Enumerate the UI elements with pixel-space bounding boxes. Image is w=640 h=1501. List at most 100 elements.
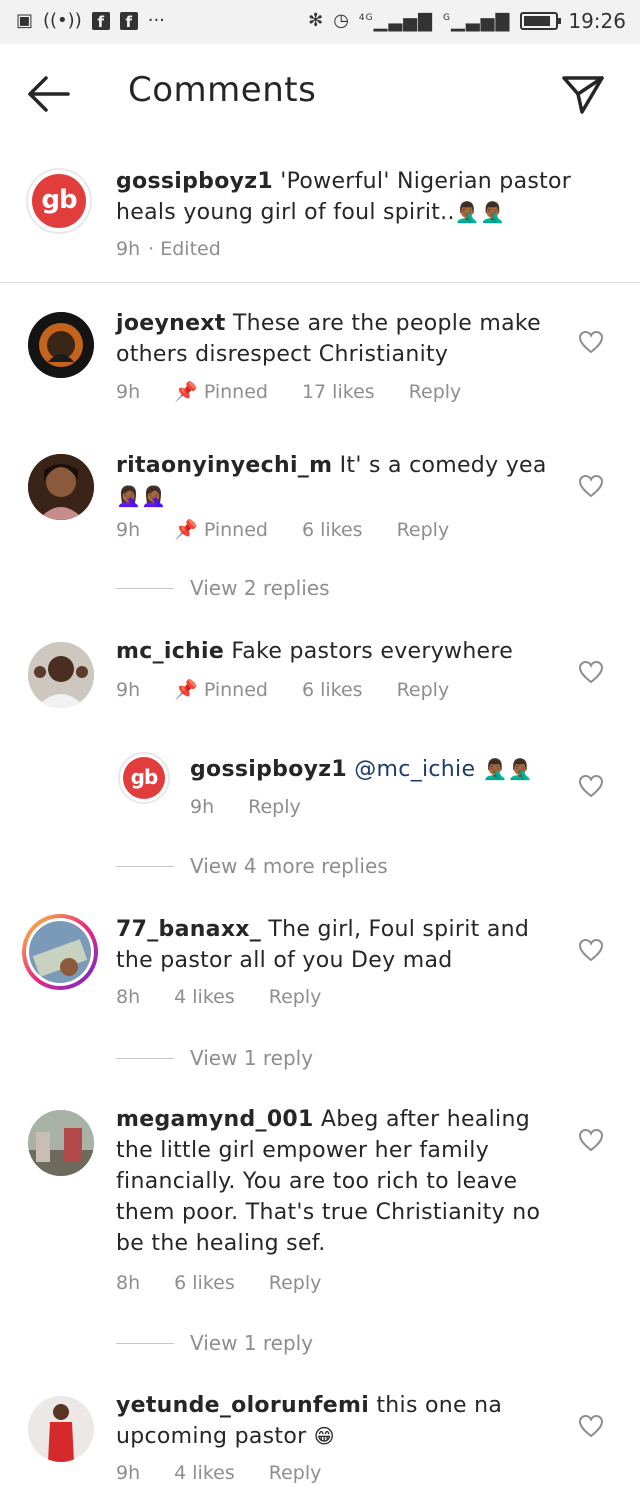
- heart-icon[interactable]: [578, 1128, 604, 1152]
- mention-link[interactable]: @mc_ichie: [347, 757, 475, 782]
- avatar[interactable]: [28, 642, 94, 708]
- avatar-image: [29, 921, 91, 983]
- view-replies-button[interactable]: View 2 replies: [116, 576, 330, 600]
- likes-count[interactable]: 4 likes: [174, 1462, 235, 1484]
- likes-count[interactable]: 6 likes: [174, 1272, 235, 1294]
- likes-count[interactable]: 17 likes: [302, 381, 375, 403]
- emoji: 🤦🏾‍♂️🤦🏾‍♂️: [454, 200, 506, 224]
- heart-icon[interactable]: [578, 474, 604, 498]
- username[interactable]: 77_banaxx_: [116, 917, 261, 942]
- avatar-story-ring[interactable]: [22, 914, 98, 990]
- avatar-image: [28, 312, 94, 378]
- heart-icon[interactable]: [578, 330, 604, 354]
- view-replies-button[interactable]: View 1 reply: [116, 1331, 313, 1355]
- comment-meta: 9h Reply: [190, 796, 301, 818]
- emoji: 🤦🏾‍♂️🤦🏾‍♂️: [482, 757, 533, 781]
- pinned-label: 📌 Pinned: [174, 380, 268, 404]
- username[interactable]: ritaonyinyechi_m: [116, 453, 332, 478]
- pin-icon: 📌: [174, 519, 198, 541]
- timestamp: 9h: [116, 238, 141, 260]
- username[interactable]: megamynd_001: [116, 1107, 314, 1132]
- caption-meta: 9h · Edited: [116, 238, 221, 260]
- likes-count[interactable]: 6 likes: [302, 519, 363, 541]
- avatar[interactable]: gb: [118, 752, 170, 804]
- comment-meta: 9h 📌 Pinned 6 likes Reply: [116, 518, 450, 542]
- paper-plane-icon[interactable]: [560, 72, 606, 116]
- avatar[interactable]: gb: [26, 168, 92, 234]
- avatar-image: [28, 642, 94, 708]
- clock: 19:26: [568, 9, 626, 33]
- gb-logo: gb: [32, 174, 86, 228]
- edited-label: · Edited: [148, 238, 221, 260]
- comment-text: mc_ichie Fake pastors everywhere: [116, 639, 514, 664]
- comment-text: ritaonyinyechi_m It' s a comedy yea 🤦🏾‍♀…: [116, 453, 547, 508]
- reply-button[interactable]: Reply: [397, 679, 450, 701]
- reply-button[interactable]: Reply: [269, 1272, 322, 1294]
- heart-icon[interactable]: [578, 1414, 604, 1438]
- comment-text: yetunde_olorunfemi this one na upcoming …: [116, 1393, 503, 1449]
- gallery-icon: ▣: [16, 10, 34, 31]
- arrow-left-icon[interactable]: [26, 74, 72, 114]
- comment-text: joeynext These are the people make other…: [116, 311, 541, 367]
- emoji: 😁: [313, 1424, 335, 1448]
- signal-icon: G▁▃▅▇: [443, 10, 511, 32]
- gb-logo: gb: [123, 757, 165, 799]
- page-title: Comments: [128, 70, 317, 110]
- view-replies-button[interactable]: View 1 reply: [116, 1046, 313, 1070]
- pin-icon: 📌: [174, 381, 198, 403]
- pinned-label: 📌 Pinned: [174, 518, 268, 542]
- avatar-image: [28, 1110, 94, 1176]
- username[interactable]: gossipboyz1: [190, 757, 347, 782]
- alarm-icon: ◷: [333, 10, 349, 31]
- heart-icon[interactable]: [578, 938, 604, 962]
- likes-count[interactable]: 4 likes: [174, 986, 235, 1008]
- comment-text: megamynd_001 Abeg after healing the litt…: [116, 1107, 541, 1256]
- username[interactable]: mc_ichie: [116, 639, 224, 664]
- reply-button[interactable]: Reply: [248, 796, 301, 818]
- comment-meta: 8h 6 likes Reply: [116, 1272, 321, 1294]
- reply-button[interactable]: Reply: [269, 1462, 322, 1484]
- comment-meta: 9h 📌 Pinned 6 likes Reply: [116, 678, 450, 702]
- divider: [0, 282, 640, 283]
- timestamp: 9h: [116, 1462, 141, 1484]
- pin-icon: 📌: [174, 679, 198, 701]
- reply-button[interactable]: Reply: [269, 986, 322, 1008]
- comment-text: 77_banaxx_ The girl, Foul spirit and the…: [116, 917, 530, 973]
- reply-button[interactable]: Reply: [397, 519, 450, 541]
- timestamp: 9h: [190, 796, 215, 818]
- system-indicators: ✻ ◷ 4G▁▃▅▇ G▁▃▅▇ 19:26: [308, 9, 626, 33]
- avatar[interactable]: [28, 1396, 94, 1462]
- caption-text: gossipboyz1 'Powerful' Nigerian pastor h…: [116, 169, 572, 225]
- comment-meta: 9h 📌 Pinned 17 likes Reply: [116, 380, 462, 404]
- timestamp: 8h: [116, 986, 141, 1008]
- avatar[interactable]: [28, 454, 94, 520]
- battery-icon: [520, 12, 562, 30]
- comment-meta: 8h 4 likes Reply: [116, 986, 321, 1008]
- avatar[interactable]: [28, 312, 94, 378]
- timestamp: 9h: [116, 518, 141, 541]
- hotspot-icon: ((•)): [43, 10, 82, 31]
- view-replies-button[interactable]: View 4 more replies: [116, 854, 388, 878]
- bluetooth-icon: ✻: [308, 10, 324, 31]
- timestamp: 9h: [116, 380, 141, 403]
- header: Comments: [0, 44, 640, 144]
- view-replies-line: [116, 587, 174, 589]
- signal-icon: 4G▁▃▅▇: [358, 10, 433, 32]
- likes-count[interactable]: 6 likes: [302, 679, 363, 701]
- username[interactable]: yetunde_olorunfemi: [116, 1393, 369, 1418]
- timestamp: 9h: [116, 678, 141, 701]
- facebook-icon: f: [119, 12, 138, 31]
- status-bar: ▣ ((•)) f f ··· ✻ ◷ 4G▁▃▅▇ G▁▃▅▇ 19:26: [0, 0, 640, 44]
- heart-icon[interactable]: [578, 660, 604, 684]
- username[interactable]: gossipboyz1: [116, 169, 273, 194]
- avatar[interactable]: [28, 1110, 94, 1176]
- comment-meta: 9h 4 likes Reply: [116, 1462, 321, 1484]
- heart-icon[interactable]: [578, 774, 604, 798]
- emoji: 🤦🏾‍♀️🤦🏾‍♀️: [116, 484, 167, 508]
- username[interactable]: joeynext: [116, 311, 226, 336]
- view-replies-line: [116, 1342, 174, 1344]
- reply-button[interactable]: Reply: [409, 381, 462, 403]
- timestamp: 8h: [116, 1272, 141, 1294]
- view-replies-line: [116, 865, 174, 867]
- avatar-image: [28, 1396, 94, 1462]
